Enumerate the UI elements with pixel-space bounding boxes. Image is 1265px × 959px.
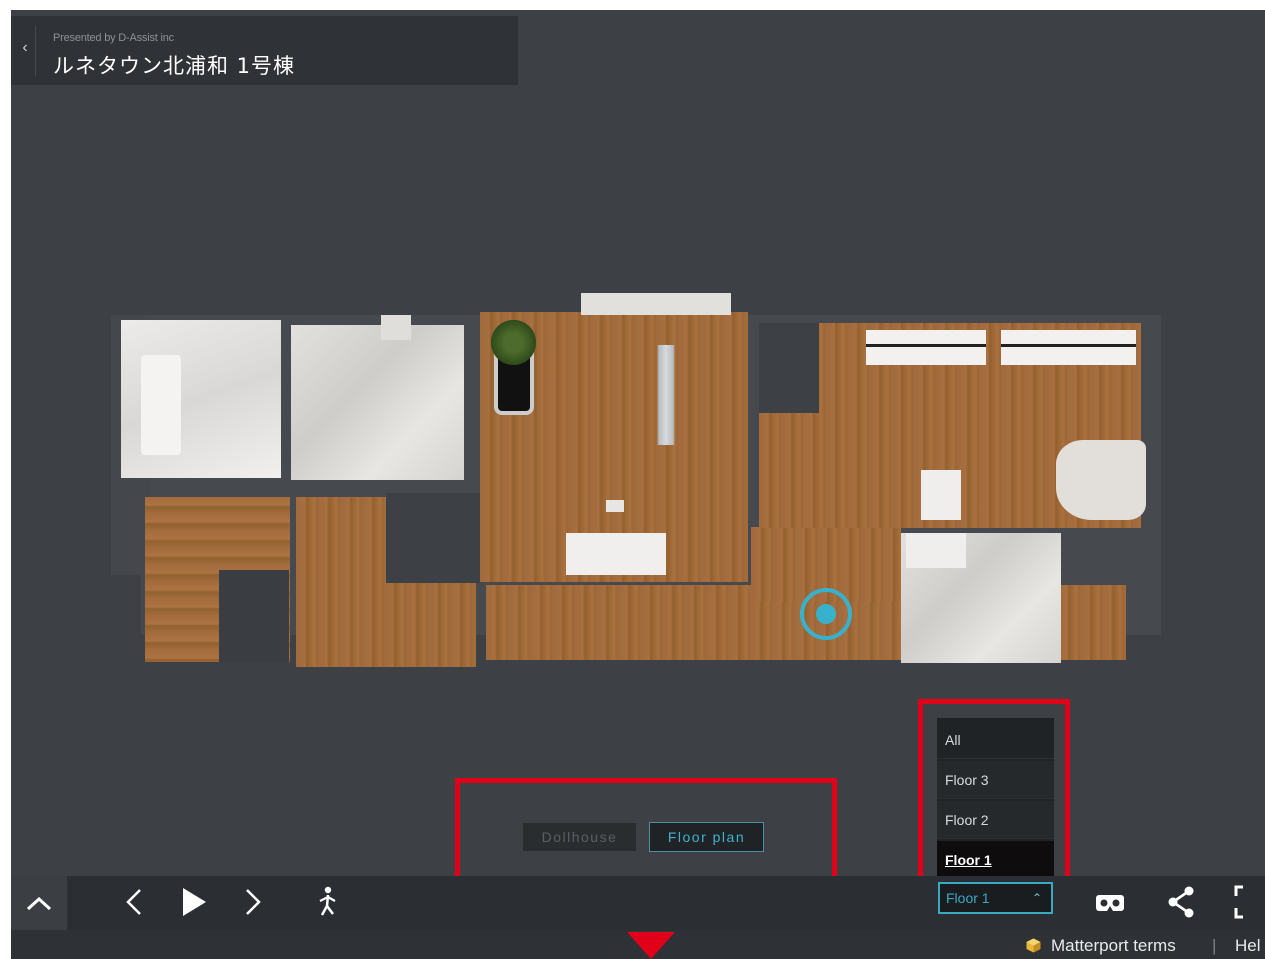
floor-option-all[interactable]: All bbox=[937, 721, 1054, 759]
divider bbox=[35, 26, 36, 76]
title-panel: ‹ Presented by D-Assist inc ルネタウン北浦和 1号棟 bbox=[11, 16, 518, 85]
floor-plan-mode-button[interactable]: Floor plan bbox=[649, 822, 764, 852]
bathtub bbox=[141, 355, 181, 455]
small-table bbox=[606, 500, 624, 512]
plant bbox=[491, 320, 536, 365]
floor-option-1[interactable]: Floor 1 bbox=[937, 841, 1054, 879]
dollhouse-mode-button[interactable]: Dollhouse bbox=[523, 823, 636, 851]
fixture bbox=[581, 293, 731, 315]
floor-select-value: Floor 1 bbox=[946, 890, 990, 906]
floor-menu: All Floor 3 Floor 2 Floor 1 bbox=[937, 718, 1054, 880]
piano bbox=[1001, 330, 1136, 365]
page-title: ルネタウン北浦和 1号棟 bbox=[53, 54, 296, 78]
collapse-toolbar-button[interactable] bbox=[11, 876, 67, 930]
stair-void bbox=[219, 570, 289, 662]
exercise-machine bbox=[621, 345, 711, 445]
bottom-toolbar bbox=[11, 876, 1265, 930]
callout-arrow bbox=[627, 932, 675, 959]
walk-icon[interactable] bbox=[316, 884, 340, 920]
play-icon[interactable] bbox=[179, 884, 209, 920]
sofa bbox=[566, 533, 666, 575]
floor-plan-render[interactable] bbox=[111, 275, 1171, 690]
navigation-pin-dot bbox=[816, 604, 836, 624]
matterport-logo-icon bbox=[1026, 938, 1041, 953]
piano bbox=[866, 330, 986, 365]
footer-separator: | bbox=[1212, 936, 1217, 955]
vr-headset-icon[interactable] bbox=[1093, 888, 1127, 918]
floor-option-3[interactable]: Floor 3 bbox=[937, 761, 1054, 799]
chevron-up-icon bbox=[26, 896, 52, 911]
help-link[interactable]: Hel bbox=[1235, 936, 1261, 956]
cabinet bbox=[921, 470, 961, 520]
washroom bbox=[291, 325, 464, 480]
floor-option-2[interactable]: Floor 2 bbox=[937, 801, 1054, 839]
previous-icon[interactable] bbox=[121, 884, 147, 920]
presented-by-text: Presented by D-Assist inc bbox=[53, 32, 174, 44]
room-void bbox=[759, 323, 819, 413]
matterport-terms-link[interactable]: Matterport terms bbox=[1051, 936, 1176, 956]
next-icon[interactable] bbox=[240, 884, 266, 920]
chevron-up-icon: ⌃ bbox=[1031, 891, 1043, 905]
floor-select[interactable]: Floor 1 ⌃ bbox=[938, 882, 1053, 914]
fullscreen-icon[interactable] bbox=[1233, 882, 1265, 922]
fixture bbox=[381, 315, 411, 340]
navigation-pin[interactable] bbox=[800, 588, 852, 640]
hall-void bbox=[386, 493, 481, 583]
shoe-cabinet bbox=[906, 533, 966, 568]
furniture-pile bbox=[1056, 440, 1146, 520]
back-chevron-icon[interactable]: ‹ bbox=[15, 38, 35, 58]
share-icon[interactable] bbox=[1164, 882, 1198, 922]
